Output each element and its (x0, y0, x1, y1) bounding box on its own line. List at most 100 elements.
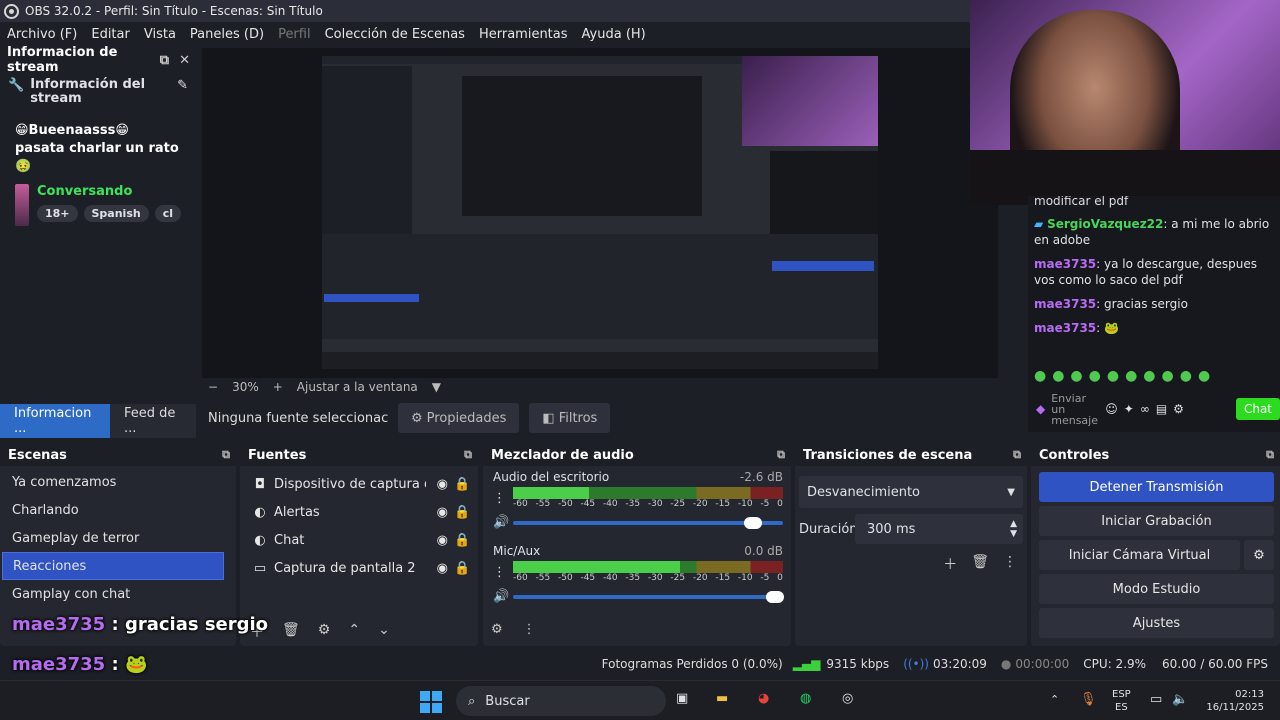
menu-herramientas[interactable]: Herramientas (472, 27, 575, 42)
properties-button[interactable]: ⚙ Propiedades (398, 403, 520, 433)
start-recording-button[interactable]: Iniciar Grabación (1039, 506, 1274, 536)
eye-icon[interactable]: ◉ (437, 561, 448, 576)
stop-stream-button[interactable]: Detener Transmisión (1039, 472, 1274, 502)
spotify-icon[interactable]: ◍ (800, 691, 811, 706)
menu-archivo[interactable]: Archivo (F) (0, 27, 84, 42)
speaker-icon[interactable]: 🔊 (493, 589, 513, 604)
kebab-icon[interactable]: ⋮ (1003, 554, 1017, 574)
db-scale: -60 -55 -50 -45 -40 -35 -30 -25 -20 -15 -10 -5 0 (513, 499, 783, 509)
edit-icon[interactable]: ✎ (177, 78, 188, 93)
advanced-audio-icon[interactable]: ⚙ (491, 622, 503, 637)
taskview-icon[interactable]: ▣ (676, 691, 688, 706)
spin-icon[interactable]: ▲ ▼ (1010, 519, 1017, 539)
db-tick: -55 (535, 573, 551, 583)
dock-float-icon[interactable]: ⧉ (1013, 448, 1021, 462)
lock-icon[interactable]: 🔒 (454, 505, 470, 520)
db-tick: -5 (760, 499, 770, 509)
menu-vista[interactable]: Vista (137, 27, 183, 42)
scene-item[interactable]: Gameplay de terror (2, 524, 224, 552)
scene-item[interactable]: Charlando (2, 496, 224, 524)
monitor-icon: ▭ (253, 560, 267, 576)
menu-perfil[interactable]: Perfil (271, 27, 318, 42)
info-heading-row: 🔧 Información del stream ✎ (0, 72, 196, 112)
store-icon[interactable]: ▤ (1156, 402, 1167, 416)
tab-informacion[interactable]: Informacion ... (0, 404, 110, 438)
dock-float-icon[interactable]: ⧉ (1266, 448, 1274, 462)
dock-float-icon[interactable]: ⧉ (464, 448, 472, 462)
eye-icon[interactable]: ◉ (437, 505, 448, 520)
scene-item[interactable]: Gamplay con chat (2, 580, 224, 608)
eye-icon[interactable]: ◉ (437, 477, 448, 492)
add-icon[interactable]: ＋ (943, 554, 957, 574)
trash-icon[interactable]: 🗑 (971, 554, 989, 574)
windows-start-icon[interactable] (420, 691, 442, 713)
language-indicator[interactable]: ESP ES (1112, 688, 1131, 714)
menu-paneles[interactable]: Paneles (D) (183, 27, 271, 42)
lock-icon[interactable]: 🔒 (454, 477, 470, 492)
menu-editar[interactable]: Editar (84, 27, 137, 42)
chrome-icon[interactable]: ◕ (758, 691, 769, 706)
chat-input[interactable]: Enviar un mensaje (1051, 393, 1099, 426)
virtual-camera-button[interactable]: Iniciar Cámara Virtual (1039, 540, 1240, 570)
down-icon[interactable]: ⌄ (378, 622, 390, 642)
dock-float-icon[interactable]: ⧉ (777, 448, 785, 462)
obs-taskbar-icon[interactable]: ◎ (842, 691, 853, 706)
trash-icon[interactable]: 🗑 (282, 622, 300, 642)
dock-float-icon[interactable]: ⧉ (222, 448, 230, 462)
gear-icon[interactable]: ⚙ (1244, 540, 1274, 570)
channel-name: Mic/Aux (493, 544, 541, 558)
up-icon[interactable]: ⌃ (348, 622, 360, 642)
filters-button[interactable]: ◧ Filtros (529, 403, 611, 433)
gear-icon[interactable]: ⚙ (1173, 402, 1184, 416)
kebab-icon[interactable]: ⋮ (523, 622, 536, 637)
settings-button[interactable]: Ajustes (1039, 608, 1274, 638)
zoom-in-button[interactable]: + (273, 380, 283, 394)
menu-ayuda[interactable]: Ayuda (H) (575, 27, 653, 42)
duration-spinbox[interactable]: 300 ms ▲ ▼ (855, 514, 1023, 544)
transition-select[interactable]: Desvanecimiento ▼ (799, 476, 1023, 508)
lock-icon[interactable]: 🔒 (454, 533, 470, 548)
gear-icon[interactable]: ⚙ (318, 622, 331, 642)
chevron-down-icon[interactable]: ▼ (432, 380, 441, 394)
db-tick: -20 (692, 499, 708, 509)
taskbar-search[interactable]: ⌕ Buscar (456, 686, 666, 716)
chat-send-button[interactable]: Chat (1235, 398, 1280, 420)
float-icon[interactable]: ⧉ (160, 53, 169, 68)
kebab-icon[interactable]: ⋮ (493, 491, 513, 506)
eye-icon[interactable]: ◉ (437, 533, 448, 548)
clock[interactable]: 02:13 16/11/2025 (1200, 688, 1264, 714)
volume-icon[interactable]: 🔈 (1172, 692, 1188, 707)
folder-icon[interactable]: ▬ (716, 691, 728, 706)
clock-date: 16/11/2025 (1206, 702, 1264, 713)
bits-icon[interactable]: ◆ (1036, 402, 1045, 416)
scene-item-selected[interactable]: Reacciones (2, 552, 224, 580)
source-item[interactable]: ◐ Alertas ◉ 🔒 (240, 498, 478, 526)
studio-mode-button[interactable]: Modo Estudio (1039, 574, 1274, 604)
speaker-icon[interactable]: 🔊 (493, 515, 513, 530)
source-item[interactable]: ◘ Dispositivo de captura de v ◉ 🔒 (240, 470, 478, 498)
volume-slider[interactable] (513, 516, 783, 529)
chat-message: mae3735: ya lo descargue, despues vos co… (1034, 256, 1274, 288)
infinity-icon[interactable]: ∞ (1140, 402, 1150, 416)
menu-coleccion[interactable]: Colección de Escenas (318, 27, 472, 42)
source-item[interactable]: ◐ Chat ◉ 🔒 (240, 526, 478, 554)
tab-feed[interactable]: Feed de ... (110, 404, 196, 438)
mixer-toolbar: ⚙ ⋮ (491, 622, 536, 637)
tray-chevron-icon[interactable]: ⌃ (1050, 693, 1059, 706)
volume-slider[interactable] (513, 590, 784, 603)
points-icon[interactable]: ✦ (1124, 402, 1134, 416)
db-tick: -35 (625, 499, 641, 509)
kebab-icon[interactable]: ⋮ (493, 565, 513, 580)
source-item[interactable]: ▭ Captura de pantalla 2 ◉ 🔒 (240, 554, 478, 582)
close-icon[interactable]: ✕ (179, 53, 190, 68)
db-tick: -25 (670, 573, 686, 583)
zoom-out-button[interactable]: − (208, 380, 218, 394)
network-icon[interactable]: ▭ (1150, 692, 1162, 707)
lock-icon[interactable]: 🔒 (454, 561, 470, 576)
level-meter (513, 561, 783, 573)
scene-item[interactable]: Ya comenzamos (2, 468, 224, 496)
mic-icon[interactable]: 🎙 (1080, 692, 1097, 707)
duration-label: Duración (799, 521, 858, 537)
emoji-icon[interactable]: ☺ (1105, 402, 1118, 416)
fit-window-select[interactable]: Ajustar a la ventana (297, 380, 418, 394)
